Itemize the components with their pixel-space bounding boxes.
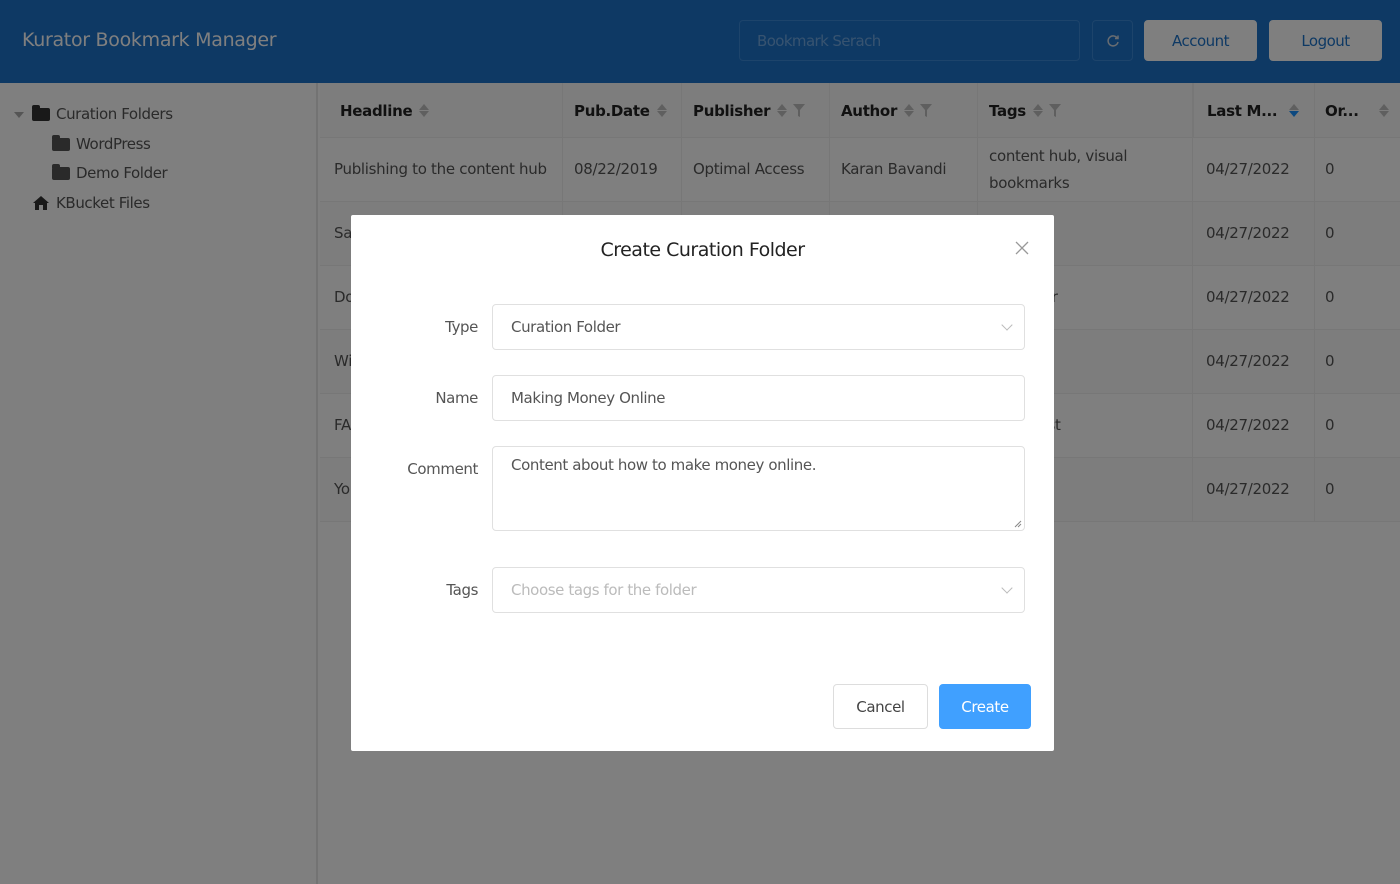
chevron-down-icon bbox=[1001, 582, 1013, 594]
name-label: Name bbox=[435, 389, 478, 407]
type-select-value: Curation Folder bbox=[511, 318, 621, 336]
close-icon bbox=[1015, 241, 1029, 255]
tags-select-placeholder: Choose tags for the folder bbox=[511, 581, 697, 599]
name-input[interactable] bbox=[511, 389, 1024, 407]
tags-select[interactable]: Choose tags for the folder bbox=[492, 567, 1025, 613]
comment-textarea[interactable]: Content about how to make money online. bbox=[493, 447, 1024, 530]
comment-field[interactable]: Content about how to make money online. bbox=[492, 446, 1025, 531]
close-button[interactable] bbox=[1011, 237, 1033, 259]
modal-title: Create Curation Folder bbox=[600, 239, 805, 261]
type-label: Type bbox=[445, 318, 478, 336]
name-field[interactable] bbox=[492, 375, 1025, 421]
chevron-down-icon bbox=[1001, 319, 1013, 331]
resize-grip-icon[interactable] bbox=[1014, 520, 1022, 528]
tags-label: Tags bbox=[446, 581, 478, 599]
cancel-button[interactable]: Cancel bbox=[833, 684, 928, 729]
create-button[interactable]: Create bbox=[939, 684, 1031, 729]
type-select[interactable]: Curation Folder bbox=[492, 304, 1025, 350]
comment-label: Comment bbox=[407, 460, 478, 478]
create-folder-modal: Create Curation Folder Type Curation Fol… bbox=[351, 215, 1054, 751]
